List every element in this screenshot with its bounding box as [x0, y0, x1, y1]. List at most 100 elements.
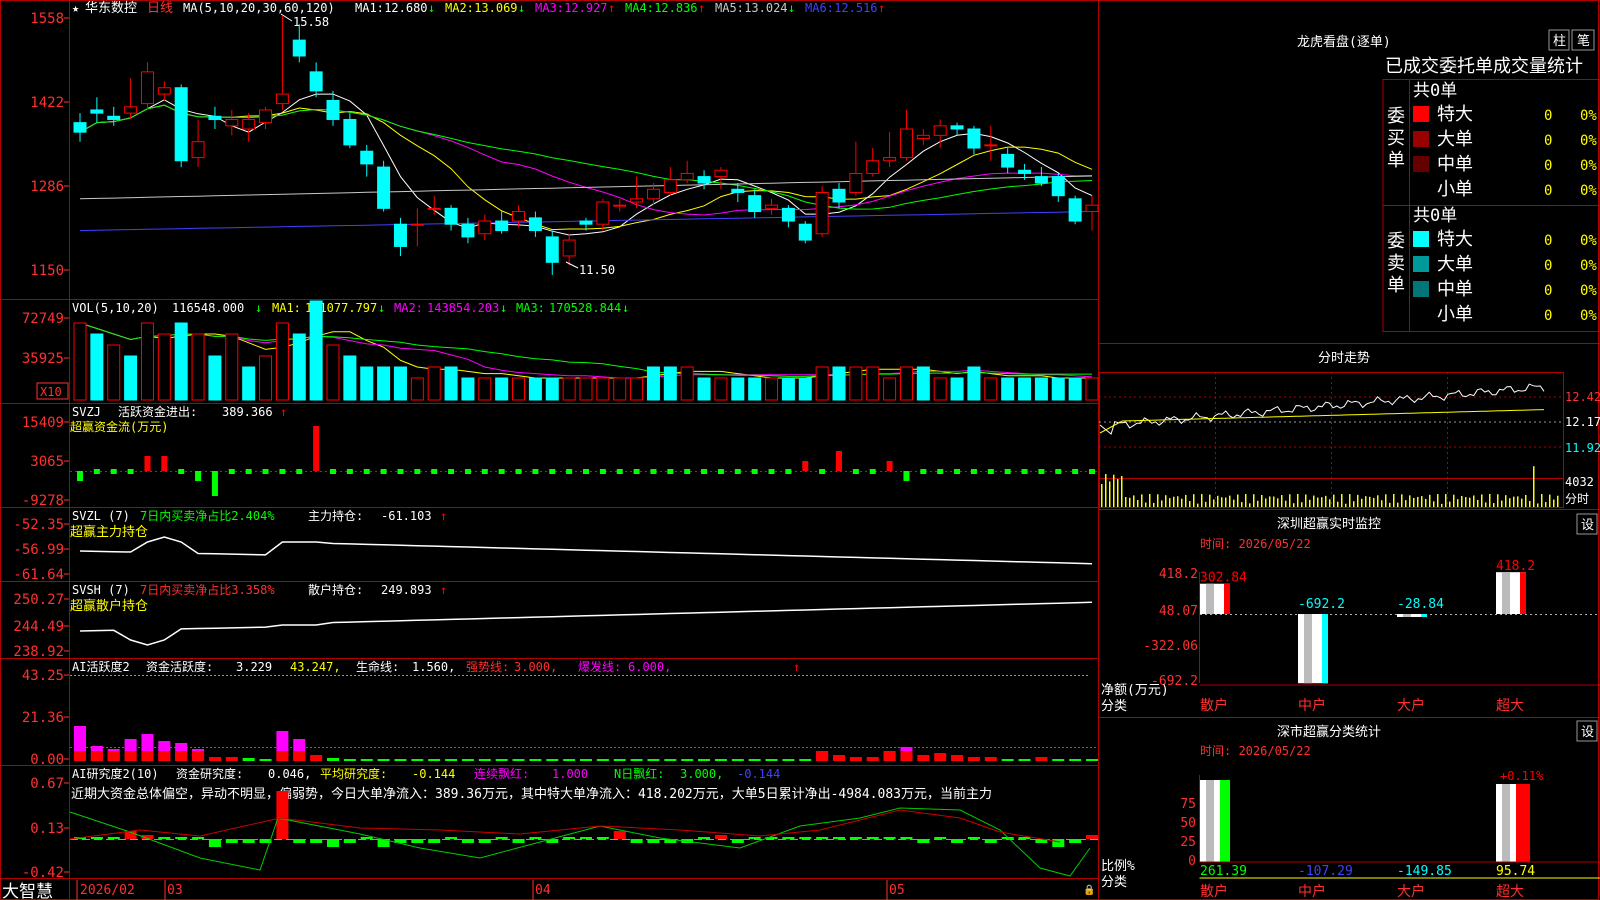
candle-2	[107, 106, 121, 126]
candle-21	[427, 195, 441, 215]
candle-body-30	[579, 220, 593, 225]
candle-body-33	[630, 198, 644, 203]
candle-body-13	[292, 39, 306, 57]
candle-body-48	[883, 157, 897, 162]
ma-label: MA(5,10,20,30,60,120)	[183, 1, 335, 15]
svzj-bar-3	[127, 469, 134, 474]
vol-ma-arrow-2: ↓	[622, 301, 629, 315]
x-label-1: 03	[167, 883, 183, 898]
candle-0	[73, 113, 87, 142]
svzj-bar-23	[464, 469, 471, 474]
svzj-bar-29	[566, 469, 573, 474]
buy-row-name-2: 中单	[1437, 154, 1473, 175]
intraday-vol-bar-22	[1189, 501, 1191, 507]
svsh-panel: SVSH (7) 7日内买卖净占比3.358% 散户持仓: 249.893 ↑ …	[13, 582, 1093, 660]
ai-active-bar-21	[428, 759, 441, 761]
ai-research-bar-21	[428, 839, 441, 843]
candle-body-43	[798, 223, 812, 241]
detail-view-label: 笔	[1577, 33, 1590, 49]
intraday-vol-bar-48	[1293, 503, 1295, 507]
ai-research-bar-23	[461, 839, 474, 843]
candle-body-24	[478, 220, 492, 235]
sell-color-swatch-2	[1413, 281, 1429, 297]
buy-row-count-0: 0	[1544, 108, 1552, 124]
intraday-vol-bar-68	[1373, 498, 1375, 507]
szm-tick-2: -322.06	[1143, 639, 1198, 654]
sz-monitor-time: 时间: 2026/05/22	[1200, 537, 1311, 551]
intraday-vol-bar-109	[1537, 503, 1539, 507]
ai-research-bar-59	[1069, 839, 1082, 843]
stock-name[interactable]: 华东数控	[85, 1, 137, 16]
ai-active-value5: 6.000,	[628, 660, 671, 674]
ai-research-bar-32	[613, 831, 626, 839]
svzj-tick-0: 15409	[22, 415, 64, 431]
candle-57	[1034, 167, 1048, 187]
ai-active-bar-47	[866, 757, 879, 761]
vol-ma-arrow-1: ↓	[500, 301, 507, 315]
svzj-bar-22	[448, 469, 455, 474]
intraday-vol-bar-31	[1225, 497, 1227, 507]
ai-research-bar-12	[276, 791, 289, 839]
candle-body-18	[377, 166, 391, 209]
candle-body-38	[714, 169, 728, 178]
candle-body-21	[427, 207, 441, 210]
svzj-subtitle: 超赢资金流(万元)	[70, 419, 168, 434]
svzj-bar-19	[397, 469, 404, 474]
ai-research-bar-15	[327, 839, 339, 847]
ai-research-bar-46	[849, 837, 862, 839]
ai-research-bar-37	[698, 837, 711, 839]
szs-bar-edge-0	[1220, 780, 1230, 862]
candle-8	[208, 106, 222, 129]
svsh-tick-0: 250.27	[13, 592, 64, 608]
svzj-bar-42	[785, 469, 792, 474]
intraday-vol-bar-76	[1405, 500, 1407, 507]
svzj-bar-11	[262, 469, 269, 474]
candle-43	[798, 221, 812, 244]
intraday-vol-bar-51	[1305, 494, 1307, 507]
sell-row-pct-3: 0%	[1580, 308, 1597, 324]
lock-icon[interactable]: 🔒	[1083, 884, 1095, 896]
price-tick-3: 1150	[30, 263, 64, 279]
svzj-bar-37	[701, 469, 708, 474]
szm-bar-group-0: 302.84	[1200, 571, 1247, 614]
candle-28	[545, 230, 559, 275]
szs-bar-edge-3	[1516, 784, 1530, 862]
bar-view-label: 柱	[1553, 34, 1566, 49]
szm-bar-group-2: -28.84	[1397, 597, 1444, 617]
vol-tick-0: 72749	[22, 311, 64, 327]
ai-research-bar-30	[580, 837, 592, 839]
vol-bar-16	[343, 355, 357, 401]
intraday-vol-bar-82	[1429, 494, 1431, 507]
candle-body-11	[259, 109, 273, 124]
svzj-tick-1: 3065	[30, 454, 64, 470]
star-icon[interactable]: ★	[72, 1, 79, 15]
szm-bar-stripe-2	[1403, 614, 1411, 617]
ai-active-base-5	[158, 751, 171, 761]
tab-volume-stats[interactable]: 成交量统计	[1493, 56, 1583, 77]
intraday-vol-bar-27	[1209, 494, 1211, 507]
vol-bar-60	[1085, 377, 1099, 401]
svzj-bar-31	[599, 469, 606, 474]
candle-body-19	[393, 223, 407, 247]
ai-active-label5: 爆发线:	[578, 659, 621, 674]
tab-orders[interactable]: 委托单	[1439, 56, 1493, 77]
ai-active-base-48	[883, 751, 896, 761]
svzj-bar-33	[633, 469, 640, 474]
intraday-vol-bar-110	[1541, 494, 1543, 507]
ai-active-tick-2: 0.00	[30, 752, 64, 768]
ai-research-bar-27	[529, 837, 542, 839]
svzl-hold-label: 主力持仓:	[308, 508, 363, 523]
ai-research-value1: 0.046,	[268, 767, 311, 781]
tab-traded[interactable]: 已成交	[1385, 56, 1439, 77]
vol-bar-2	[107, 344, 121, 401]
sell-row-count-0: 0	[1544, 233, 1552, 249]
svzj-bar-48	[886, 461, 893, 471]
svsh-line	[79, 601, 1093, 646]
ai-active-arrow: ↑	[793, 660, 800, 674]
intraday-vol-bar-50	[1301, 502, 1303, 507]
period-label[interactable]: 日线	[147, 1, 173, 16]
svzj-bar-49	[903, 471, 910, 481]
sz-stats-bars: +0.11%	[1200, 769, 1544, 862]
ai-active-tick-1: 21.36	[22, 710, 64, 726]
szs-bar-group-3	[1496, 784, 1530, 862]
